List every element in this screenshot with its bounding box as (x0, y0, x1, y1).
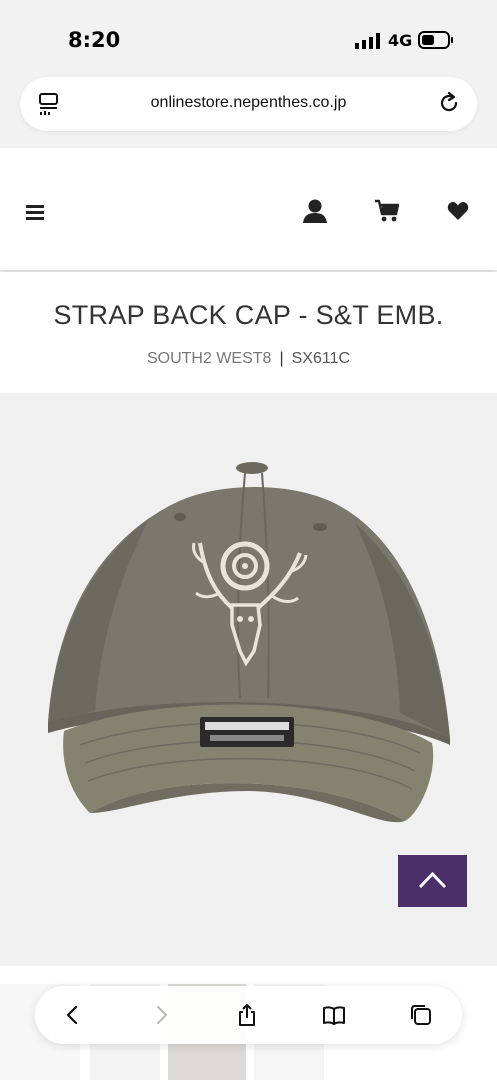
status-time: 8:20 (68, 28, 121, 52)
network-label: 4G (388, 31, 413, 50)
status-bar: 8:20 4G (0, 0, 497, 72)
share-icon[interactable] (235, 1003, 259, 1027)
menu-icon[interactable] (26, 204, 44, 220)
battery-icon (418, 31, 453, 49)
site-header (0, 148, 497, 270)
back-to-top-button[interactable] (398, 855, 467, 907)
product-title-block: STRAP BACK CAP - S&T EMB. SOUTH2 WEST8 | S… (0, 272, 497, 393)
back-icon[interactable] (61, 1003, 85, 1027)
product-code: SX611C (291, 350, 351, 367)
url-text[interactable]: onlinestore.nepenthes.co.jp (20, 94, 477, 112)
address-bar[interactable]: onlinestore.nepenthes.co.jp (20, 77, 477, 131)
browser-toolbar (35, 986, 462, 1044)
heart-icon[interactable] (447, 201, 469, 221)
reload-icon[interactable] (437, 91, 461, 115)
cart-icon[interactable] (374, 198, 400, 224)
product-title: STRAP BACK CAP - S&T EMB. (53, 300, 444, 330)
product-meta: SOUTH2 WEST8 | SX611C (0, 350, 497, 368)
tabs-icon[interactable] (409, 1003, 433, 1027)
forward-icon[interactable] (149, 1003, 173, 1027)
bookmarks-icon[interactable] (322, 1003, 346, 1027)
product-brand[interactable]: SOUTH2 WEST8 (147, 350, 271, 367)
user-icon[interactable] (302, 198, 328, 224)
meta-separator: | (279, 350, 284, 367)
signal-bars-icon (355, 33, 380, 49)
